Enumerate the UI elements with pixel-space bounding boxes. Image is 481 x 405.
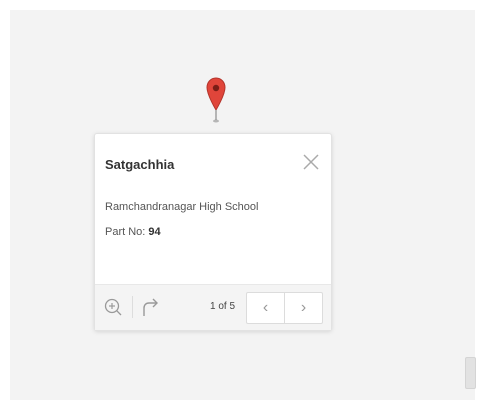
footer-divider (132, 296, 133, 318)
prev-button[interactable]: ‹ (247, 293, 284, 323)
info-popup: Satgachhia Ramchandranagar High School P… (94, 133, 332, 331)
pagination-label: 1 of 5 (210, 301, 236, 312)
part-number: Part No: 94 (105, 226, 161, 238)
map-canvas[interactable]: Satgachhia Ramchandranagar High School P… (10, 10, 476, 400)
popup-footer: 1 of 5 ‹ › (95, 284, 331, 330)
popup-title: Satgachhia (105, 157, 175, 172)
chevron-right-icon: › (300, 299, 307, 316)
scroll-handle[interactable] (465, 357, 476, 389)
close-icon[interactable] (301, 152, 321, 172)
pagination-controls: ‹ › (246, 292, 323, 324)
part-value: 94 (148, 226, 161, 238)
school-name: Ramchandranagar High School (105, 201, 259, 213)
share-icon[interactable] (140, 296, 162, 318)
part-label: Part No: (105, 226, 146, 238)
zoom-in-icon[interactable] (103, 297, 123, 317)
map-pin-icon[interactable] (206, 77, 226, 123)
chevron-left-icon: ‹ (262, 299, 269, 316)
next-button[interactable]: › (284, 293, 322, 323)
